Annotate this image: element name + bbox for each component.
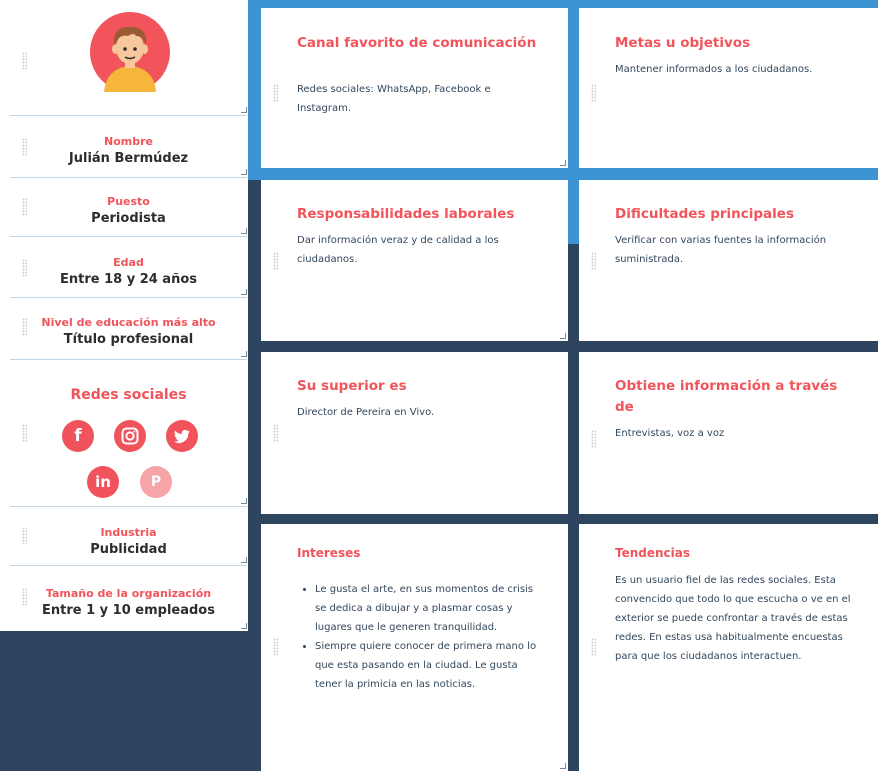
drag-handle[interactable]	[22, 424, 27, 442]
drag-handle[interactable]	[22, 588, 27, 606]
field-label: Industria	[100, 526, 157, 539]
field-label: Tamaño de la organización	[45, 587, 212, 600]
field-value: Publicidad	[90, 542, 167, 557]
drag-handle[interactable]	[273, 252, 278, 270]
drag-handle[interactable]	[273, 638, 278, 656]
avatar-cell	[10, 0, 247, 116]
field-value: Periodista	[91, 211, 166, 226]
drag-handle[interactable]	[273, 84, 278, 102]
drag-handle[interactable]	[22, 527, 27, 545]
card-body: Dar información veraz y de calidad a los…	[297, 235, 499, 265]
card-body: Verificar con varias fuentes la informac…	[615, 235, 827, 265]
card-body: Redes sociales: WhatsApp, Facebook e Ins…	[297, 84, 491, 114]
resize-handle[interactable]	[241, 351, 247, 357]
field-value: Título profesional	[63, 332, 194, 347]
list-item: Le gusta el arte, en sus momentos de cri…	[315, 580, 538, 637]
drag-handle[interactable]	[22, 318, 27, 336]
field-cell: Edad Entre 18 y 24 años	[10, 237, 247, 298]
instagram-icon[interactable]	[114, 420, 146, 452]
card-body: Entrevistas, voz a voz	[615, 428, 725, 439]
card-body: Director de Pereira en Vivo.	[297, 407, 435, 418]
dark-strip-mid	[568, 244, 579, 771]
card-title: Tendencias	[615, 546, 691, 560]
card-obtiene: Obtiene información a través de Entrevis…	[579, 352, 878, 514]
blue-top-edge	[248, 0, 878, 8]
card-responsabilidades: Responsabilidades laborales Dar informac…	[261, 180, 568, 341]
resize-handle[interactable]	[241, 498, 247, 504]
resize-handle[interactable]	[560, 763, 566, 769]
drag-handle[interactable]	[273, 424, 278, 442]
field-value: Julián Bermúdez	[68, 151, 189, 166]
card-metas: Metas u objetivos Mantener informados a …	[579, 8, 878, 168]
dark-strip-left	[248, 180, 261, 771]
blue-row-top	[248, 168, 878, 180]
field-cell: Nombre Julián Bermúdez	[10, 116, 247, 178]
drag-handle[interactable]	[22, 138, 27, 156]
card-title: Metas u objetivos	[615, 35, 751, 51]
drag-handle[interactable]	[22, 259, 27, 277]
resize-handle[interactable]	[241, 557, 247, 563]
card-title: Su superior es	[297, 378, 407, 394]
field-value: Entre 18 y 24 años	[59, 272, 198, 287]
drag-handle[interactable]	[591, 430, 596, 448]
twitter-icon[interactable]	[166, 420, 198, 452]
list-item: Siempre quiere conocer de primera mano l…	[315, 637, 538, 694]
card-title: Dificultades principales	[615, 206, 794, 222]
resize-handle[interactable]	[241, 107, 247, 113]
pinterest-icon[interactable]: P	[140, 466, 172, 498]
field-label: Edad	[113, 256, 144, 269]
blue-strip-mid	[568, 0, 579, 244]
dark-row-2	[248, 341, 878, 352]
card-dificultades: Dificultades principales Verificar con v…	[579, 180, 878, 341]
field-cell: Industria Publicidad	[10, 507, 247, 566]
left-dark-background	[0, 631, 260, 771]
avatar-icon	[90, 12, 170, 92]
card-intereses: Intereses Le gusta el arte, en sus momen…	[261, 524, 568, 771]
drag-handle[interactable]	[591, 252, 596, 270]
drag-handle[interactable]	[22, 198, 27, 216]
resize-handle[interactable]	[560, 160, 566, 166]
field-value: Entre 1 y 10 empleados	[42, 603, 215, 618]
card-title: Obtiene información a través de	[615, 378, 838, 415]
field-label: Nivel de educación más alto	[41, 316, 216, 329]
linkedin-icon[interactable]: in	[87, 466, 119, 498]
card-body: Le gusta el arte, en sus momentos de cri…	[297, 580, 538, 694]
card-superior: Su superior es Director de Pereira en Vi…	[261, 352, 568, 514]
card-title: Intereses	[297, 546, 361, 560]
card-title: Responsabilidades laborales	[297, 206, 515, 222]
social-cell: Redes sociales f in P	[10, 360, 247, 507]
resize-handle[interactable]	[241, 623, 247, 629]
drag-handle[interactable]	[22, 52, 27, 70]
field-label: Nombre	[104, 135, 153, 148]
resize-handle[interactable]	[560, 333, 566, 339]
resize-handle[interactable]	[241, 228, 247, 234]
card-tendencias: Tendencias Es un usuario fiel de las red…	[579, 524, 878, 771]
dark-row-3	[248, 514, 878, 524]
field-cell: Tamaño de la organización Entre 1 y 10 e…	[10, 566, 247, 631]
field-cell: Nivel de educación más alto Título profe…	[10, 298, 247, 360]
facebook-icon[interactable]: f	[62, 420, 94, 452]
drag-handle[interactable]	[591, 638, 596, 656]
drag-handle[interactable]	[591, 84, 596, 102]
blue-strip-left	[248, 0, 261, 180]
resize-handle[interactable]	[241, 289, 247, 295]
card-title: Canal favorito de comunicación	[297, 35, 537, 51]
card-body: Es un usuario fiel de las redes sociales…	[615, 575, 851, 662]
card-canal: Canal favorito de comunicación Redes soc…	[261, 8, 568, 168]
card-body: Mantener informados a los ciudadanos.	[615, 64, 813, 75]
field-cell: Puesto Periodista	[10, 178, 247, 237]
field-label: Puesto	[107, 195, 150, 208]
social-label: Redes sociales	[70, 387, 187, 403]
resize-handle[interactable]	[241, 169, 247, 175]
interest-list: Le gusta el arte, en sus momentos de cri…	[297, 580, 538, 694]
